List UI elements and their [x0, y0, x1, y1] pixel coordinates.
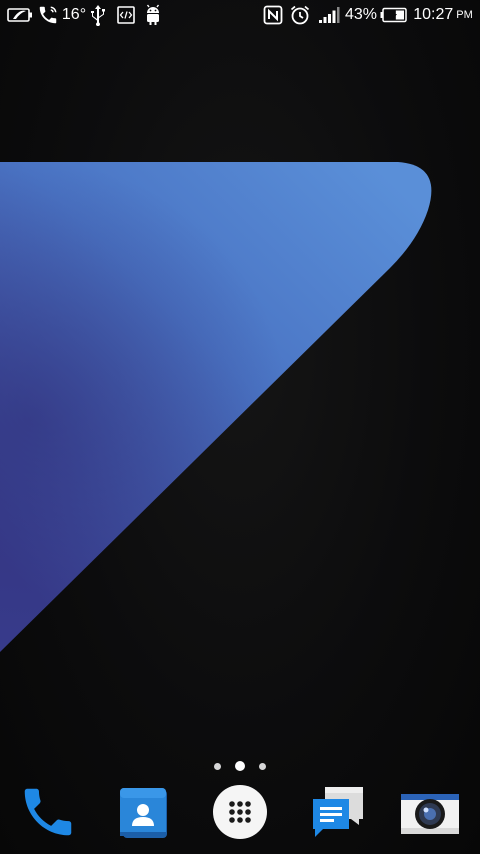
wallpaper [0, 162, 432, 652]
alarm-icon [288, 0, 312, 30]
camera-app[interactable] [398, 780, 462, 844]
app-drawer-button[interactable] [208, 780, 272, 844]
battery-fill [395, 10, 404, 20]
messages-icon [313, 787, 363, 837]
camera-icon [401, 794, 459, 834]
phone-icon [24, 788, 72, 836]
contacts-icon [120, 788, 167, 838]
clock-time: 10:27 [413, 6, 454, 23]
app-drawer-icon [213, 785, 267, 839]
signal-icon [317, 0, 341, 30]
status-bar: 16° 43% 10:27 PM [0, 0, 480, 30]
battery-percent: 43% [344, 6, 378, 23]
dock [0, 780, 480, 850]
developer-options-icon [115, 0, 137, 30]
usb-icon [88, 0, 108, 30]
nfc-icon [262, 0, 284, 30]
battery-icon [380, 0, 408, 30]
phone-call-icon [35, 0, 61, 30]
battery-saver-icon [6, 0, 34, 30]
messages-app[interactable] [304, 780, 368, 844]
page-dot-active[interactable] [235, 761, 245, 771]
clock: 10:27 PM [412, 0, 474, 30]
page-dot[interactable] [214, 762, 221, 770]
temperature: 16° [61, 6, 87, 23]
contacts-app[interactable] [112, 780, 176, 844]
page-dot[interactable] [259, 762, 266, 770]
phone-app[interactable] [16, 780, 80, 844]
home-screen: 16° 43% 10:27 PM [0, 0, 480, 854]
page-indicator[interactable] [214, 758, 266, 774]
clock-ampm: PM [456, 9, 473, 21]
android-debug-icon [142, 0, 164, 30]
